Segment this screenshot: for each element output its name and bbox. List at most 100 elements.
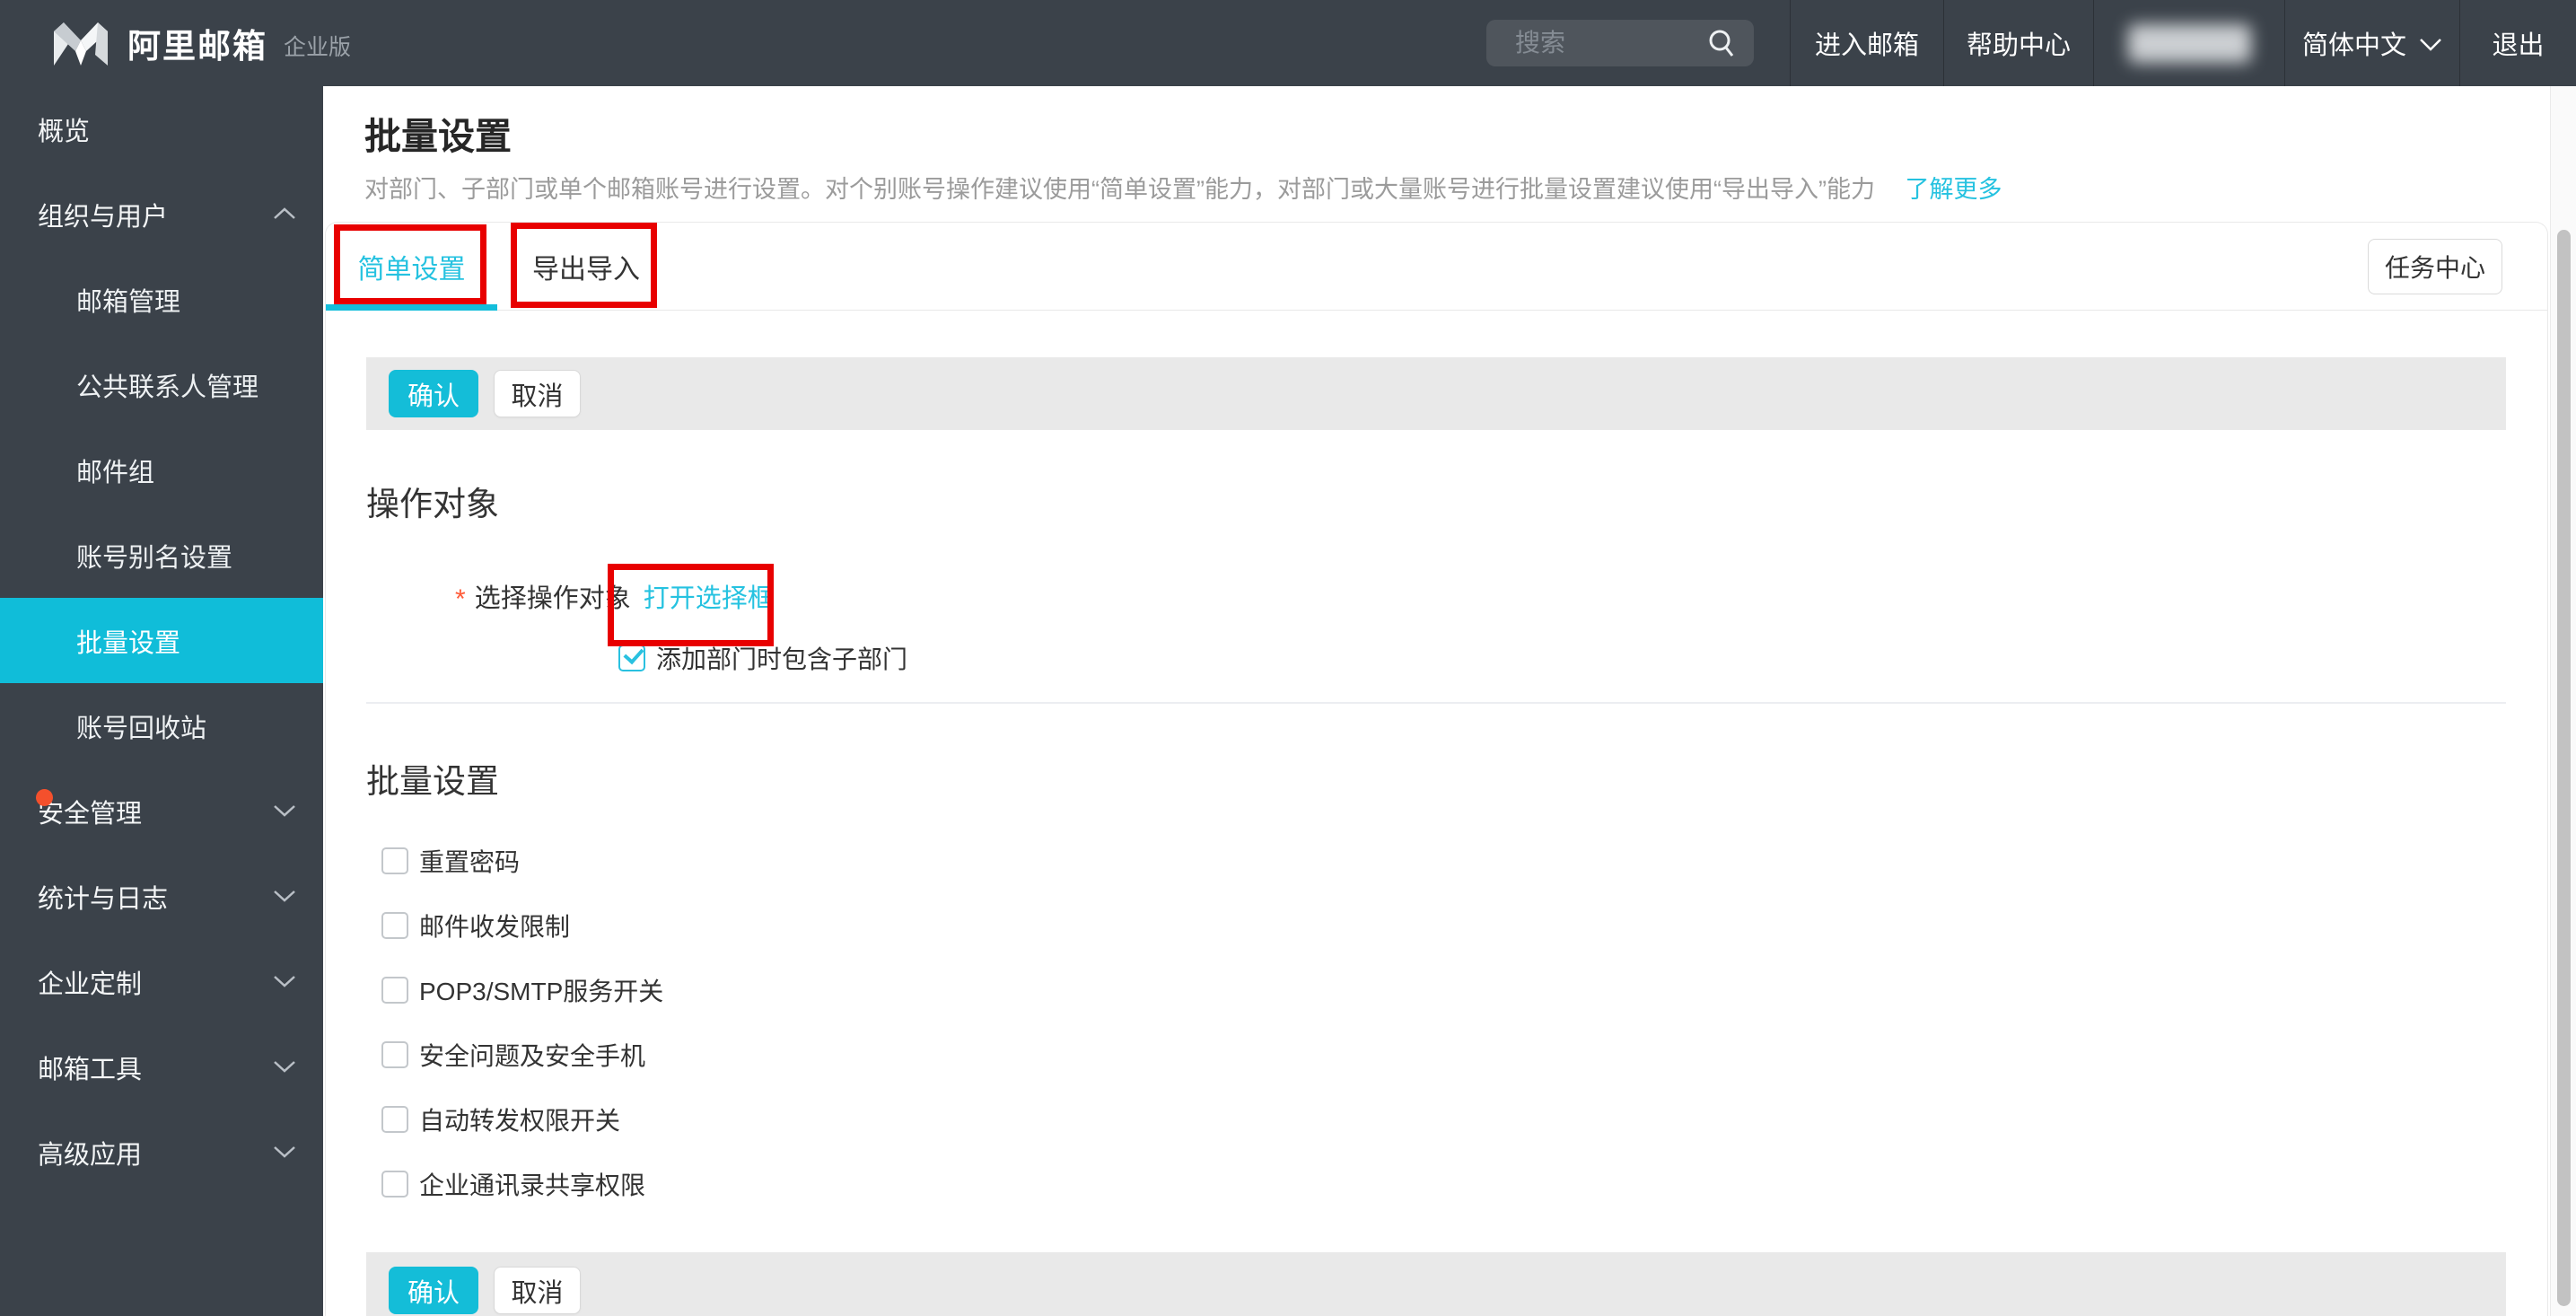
send-receive-limit-checkbox[interactable] xyxy=(381,912,408,939)
tab-label: 简单设置 xyxy=(357,254,466,285)
task-center-button[interactable]: 任务中心 xyxy=(2368,239,2502,294)
language-selector[interactable]: 简体中文 xyxy=(2284,0,2459,86)
tabs-row: 简单设置 导出导入 任务中心 xyxy=(326,223,2547,311)
cancel-button-bottom[interactable]: 取消 xyxy=(494,1267,581,1314)
sidebar-item-org-users[interactable]: 组织与用户 xyxy=(0,171,323,257)
logout-link[interactable]: 退出 xyxy=(2459,0,2576,86)
help-center-link[interactable]: 帮助中心 xyxy=(1943,0,2093,86)
action-bar-bottom: 确认 取消 xyxy=(366,1252,2506,1316)
security-question-checkbox[interactable] xyxy=(381,1041,408,1068)
sidebar-item-public-contacts[interactable]: 公共联系人管理 xyxy=(0,342,323,427)
sidebar-item-label: 统计与日志 xyxy=(38,884,169,914)
sidebar-item-label: 邮箱管理 xyxy=(76,287,181,317)
sidebar-item-label: 概览 xyxy=(38,117,91,146)
option-row-contact-share: 企业通讯录共享权限 xyxy=(366,1171,2506,1199)
enter-mailbox-label: 进入邮箱 xyxy=(1814,31,1919,60)
account-name-redacted xyxy=(2127,23,2251,63)
option-row-reset-password: 重置密码 xyxy=(366,847,2506,876)
settings-card: 简单设置 导出导入 任务中心 确认 取消 操作对象 * 选择操作对象 打开选择框… xyxy=(325,222,2548,1316)
brand-name: 阿里邮箱 xyxy=(127,28,267,65)
sidebar-item-label: 安全管理 xyxy=(38,799,143,829)
sidebar-item-label: 高级应用 xyxy=(38,1140,143,1170)
sidebar-item-overview[interactable]: 概览 xyxy=(0,86,323,171)
top-bar: 阿里邮箱 企业版 进入邮箱 帮助中心 简体中文 xyxy=(0,0,2576,86)
page-description: 对部门、子部门或单个邮箱账号进行设置。对个别账号操作建议使用“简单设置”能力，对… xyxy=(364,170,2002,205)
sidebar-item-label: 企业定制 xyxy=(38,969,143,999)
batch-options-list: 重置密码 邮件收发限制 POP3/SMTP服务开关 安全问题及安全手机 自动转发… xyxy=(366,847,2506,1199)
page-description-text: 对部门、子部门或单个邮箱账号进行设置。对个别账号操作建议使用“简单设置”能力，对… xyxy=(364,176,1875,203)
include-sub-dept-checkbox[interactable] xyxy=(618,645,645,671)
sidebar-item-mailbox-management[interactable]: 邮箱管理 xyxy=(0,257,323,342)
main-content: 批量设置 对部门、子部门或单个邮箱账号进行设置。对个别账号操作建议使用“简单设置… xyxy=(323,86,2550,1316)
scrollbar-thumb[interactable] xyxy=(2557,230,2571,1306)
sidebar-item-security[interactable]: 安全管理 xyxy=(0,768,323,854)
chevron-up-icon xyxy=(274,207,295,219)
sidebar: 概览 组织与用户 邮箱管理 公共联系人管理 邮件组 账号别名设置 批量设置 账号… xyxy=(0,86,323,1316)
search-icon[interactable] xyxy=(1705,27,1738,59)
help-center-label: 帮助中心 xyxy=(1966,31,2071,60)
option-row-security-question: 安全问题及安全手机 xyxy=(366,1041,2506,1070)
option-label: 企业通讯录共享权限 xyxy=(419,1171,646,1199)
option-row-auto-forward: 自动转发权限开关 xyxy=(366,1106,2506,1135)
sidebar-item-label: 邮箱工具 xyxy=(38,1055,143,1084)
include-sub-dept-label: 添加部门时包含子部门 xyxy=(656,645,908,673)
sidebar-item-account-recycle[interactable]: 账号回收站 xyxy=(0,683,323,768)
cancel-button[interactable]: 取消 xyxy=(494,370,581,417)
learn-more-link[interactable]: 了解更多 xyxy=(1905,176,2002,203)
sidebar-item-mail-tools[interactable]: 邮箱工具 xyxy=(0,1024,323,1110)
tab-export-import[interactable]: 导出导入 xyxy=(512,223,661,310)
topbar-search xyxy=(1486,20,1754,66)
chevron-down-icon xyxy=(274,976,295,987)
tab-label: 导出导入 xyxy=(532,254,640,285)
chevron-down-icon xyxy=(2420,39,2441,51)
notification-dot-badge xyxy=(36,789,53,806)
select-target-label: 选择操作对象 xyxy=(474,584,631,613)
chevron-down-icon xyxy=(274,1146,295,1158)
pop3-smtp-checkbox[interactable] xyxy=(381,977,408,1004)
option-label: 自动转发权限开关 xyxy=(419,1107,621,1135)
confirm-button[interactable]: 确认 xyxy=(389,370,478,417)
brand-edition: 企业版 xyxy=(284,35,352,60)
action-bar-top: 确认 取消 xyxy=(366,357,2506,430)
sidebar-item-advanced-apps[interactable]: 高级应用 xyxy=(0,1110,323,1195)
sidebar-item-batch-settings[interactable]: 批量设置 xyxy=(0,598,323,683)
tab-simple-settings[interactable]: 简单设置 xyxy=(326,223,497,311)
chevron-down-icon xyxy=(274,890,295,902)
contact-share-checkbox[interactable] xyxy=(381,1171,408,1198)
chevron-down-icon xyxy=(274,1061,295,1073)
option-row-pop3-smtp: POP3/SMTP服务开关 xyxy=(366,977,2506,1005)
sidebar-item-label: 邮件组 xyxy=(76,458,155,487)
section-divider xyxy=(366,702,2506,704)
option-label: 邮件收发限制 xyxy=(419,913,571,941)
task-center-label: 任务中心 xyxy=(2384,254,2485,282)
sidebar-item-label: 账号回收站 xyxy=(76,714,207,743)
sidebar-item-stats-logs[interactable]: 统计与日志 xyxy=(0,854,323,939)
auto-forward-checkbox[interactable] xyxy=(381,1106,408,1133)
topbar-nav: 进入邮箱 帮助中心 简体中文 退出 xyxy=(1790,0,2576,86)
section-heading-target: 操作对象 xyxy=(366,486,499,522)
language-label: 简体中文 xyxy=(2301,31,2406,60)
sidebar-item-label: 组织与用户 xyxy=(38,202,169,232)
option-row-send-receive-limit: 邮件收发限制 xyxy=(366,912,2506,941)
sidebar-item-alias-settings[interactable]: 账号别名设置 xyxy=(0,513,323,598)
admin-console: 阿里邮箱 企业版 进入邮箱 帮助中心 简体中文 xyxy=(0,0,2576,1316)
sidebar-item-enterprise-custom[interactable]: 企业定制 xyxy=(0,939,323,1024)
sidebar-item-label: 批量设置 xyxy=(76,628,181,658)
section-heading-batch: 批量设置 xyxy=(366,763,499,800)
account-menu[interactable] xyxy=(2093,0,2284,86)
card-content: 确认 取消 操作对象 * 选择操作对象 打开选择框 添加部门时包含子部门 批量设… xyxy=(326,311,2547,1316)
required-asterisk: * xyxy=(455,584,466,614)
confirm-button-bottom[interactable]: 确认 xyxy=(389,1267,478,1314)
enter-mailbox-link[interactable]: 进入邮箱 xyxy=(1790,0,1943,86)
sidebar-item-mail-groups[interactable]: 邮件组 xyxy=(0,427,323,513)
logout-label: 退出 xyxy=(2492,31,2545,60)
page-title: 批量设置 xyxy=(364,116,512,157)
sidebar-item-label: 公共联系人管理 xyxy=(76,373,259,402)
option-label: 安全问题及安全手机 xyxy=(419,1042,646,1070)
include-sub-dept-row: 添加部门时包含子部门 xyxy=(366,644,2506,673)
select-target-row: * 选择操作对象 打开选择框 xyxy=(366,575,2506,617)
chevron-down-icon xyxy=(274,805,295,817)
reset-password-checkbox[interactable] xyxy=(381,847,408,874)
open-selector-link[interactable]: 打开选择框 xyxy=(644,577,774,615)
scrollbar-track xyxy=(2550,86,2576,1316)
